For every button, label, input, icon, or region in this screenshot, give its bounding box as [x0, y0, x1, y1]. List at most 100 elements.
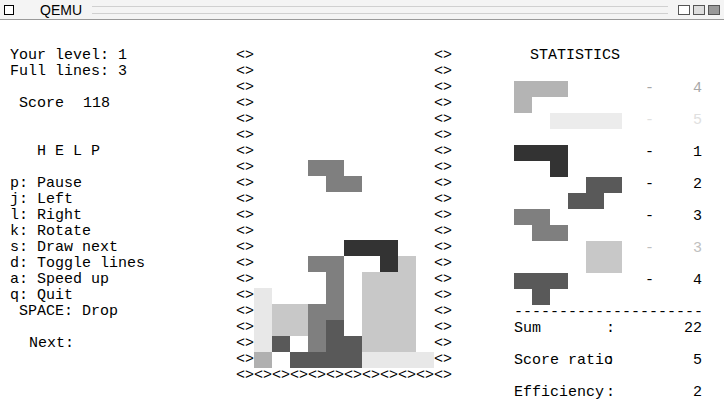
- board-cell: [362, 208, 380, 224]
- piece-cell: [586, 113, 604, 129]
- total-label: Sum: [514, 321, 606, 337]
- piece-cell: [604, 289, 622, 305]
- board-cell: [344, 240, 362, 256]
- minimize-icon[interactable]: [678, 5, 690, 15]
- board-cell: [272, 96, 290, 112]
- blank-line: [10, 128, 236, 144]
- help-item: s: Draw next: [10, 240, 236, 256]
- spacer: [514, 64, 702, 81]
- board-cell: [272, 112, 290, 128]
- board-cell: [416, 176, 434, 192]
- total-value: 5: [615, 353, 702, 369]
- board-cell: [398, 336, 416, 352]
- piece-cell: [514, 145, 532, 161]
- board-cell: [290, 352, 308, 368]
- board-cell: [272, 48, 290, 64]
- piece-preview-row: [514, 177, 645, 193]
- board-wall: <>: [434, 128, 452, 144]
- board-cell: [380, 304, 398, 320]
- board-wall: <>: [236, 288, 254, 304]
- total-sep: :: [606, 385, 615, 401]
- piece-cell: [532, 289, 550, 305]
- board-cell: [362, 64, 380, 80]
- board-row: <><>: [236, 288, 452, 304]
- piece-cell: [586, 241, 604, 257]
- close-icon[interactable]: [708, 5, 720, 15]
- help-item: j: Left: [10, 192, 236, 208]
- board-row: <><>: [236, 320, 452, 336]
- piece-stat-row: -1: [514, 145, 702, 177]
- piece-cell: [586, 145, 604, 161]
- window-menu-icon[interactable]: [4, 5, 14, 15]
- board-cell: [398, 304, 416, 320]
- board-cell: [344, 208, 362, 224]
- board-cell: [344, 192, 362, 208]
- board-cell: [416, 80, 434, 96]
- piece-cell: [550, 209, 568, 225]
- board-cell: [362, 48, 380, 64]
- board-cell: [344, 160, 362, 176]
- maximize-icon[interactable]: [693, 5, 705, 15]
- board-cell: [326, 144, 344, 160]
- board-cell: [272, 144, 290, 160]
- board-cell: [362, 336, 380, 352]
- statistics-total: Score ratio:5: [514, 353, 702, 369]
- board-cell: [380, 208, 398, 224]
- piece-cell: [514, 257, 532, 273]
- board-row: <><>: [236, 336, 452, 352]
- piece-preview-row: [514, 81, 645, 97]
- help-title: H E L P: [10, 144, 236, 160]
- board-row: <><>: [236, 48, 452, 64]
- board-cell: [254, 176, 272, 192]
- board-cell: [254, 240, 272, 256]
- piece-cell: [604, 97, 622, 113]
- board-cell: [344, 272, 362, 288]
- board-wall: <>: [236, 144, 254, 160]
- total-label: Efficiency: [514, 385, 606, 401]
- piece-cell: [514, 193, 532, 209]
- board-cell: [326, 288, 344, 304]
- board-cell: [290, 208, 308, 224]
- blank-line: [10, 320, 236, 336]
- board-wall: <>: [236, 128, 254, 144]
- board-cell: [362, 224, 380, 240]
- board-cell: [326, 224, 344, 240]
- board-wall: <>: [434, 208, 452, 224]
- board-cell: [290, 272, 308, 288]
- piece-dash: -: [645, 209, 654, 225]
- piece-cell: [604, 193, 622, 209]
- info-panel: Your level: 1Full lines: 3Score118H E L …: [0, 48, 236, 401]
- board-cell: [362, 320, 380, 336]
- board-row: <><>: [236, 272, 452, 288]
- piece-cell: [514, 161, 532, 177]
- board-cell: [326, 304, 344, 320]
- board-row: <><>: [236, 304, 452, 320]
- board-cell: [416, 208, 434, 224]
- board-cell: [308, 224, 326, 240]
- piece-cell: [568, 257, 586, 273]
- piece-cell: [568, 241, 586, 257]
- board-cell: [326, 256, 344, 272]
- blank-line: [514, 337, 702, 353]
- board-wall: <>: [434, 240, 452, 256]
- board-floor: <><><><><><><><><><><><>: [236, 368, 452, 384]
- statistics-divider: ---------------------: [514, 305, 702, 321]
- board-wall: <>: [434, 112, 452, 128]
- piece-count: 4: [654, 273, 702, 289]
- board-cell: [380, 288, 398, 304]
- piece-preview-row: [514, 289, 645, 305]
- board-cell: [380, 320, 398, 336]
- board-cell: [398, 352, 416, 368]
- piece-dash: -: [645, 113, 654, 129]
- board-cell: [380, 80, 398, 96]
- piece-cell: [586, 97, 604, 113]
- board-cell: [380, 272, 398, 288]
- board-cell: [362, 144, 380, 160]
- board-cell: [380, 192, 398, 208]
- board-cell: [326, 80, 344, 96]
- board-cell: [362, 288, 380, 304]
- board-cell: [254, 80, 272, 96]
- board-cell: [308, 48, 326, 64]
- piece-cell: [550, 273, 568, 289]
- board-cell: [362, 256, 380, 272]
